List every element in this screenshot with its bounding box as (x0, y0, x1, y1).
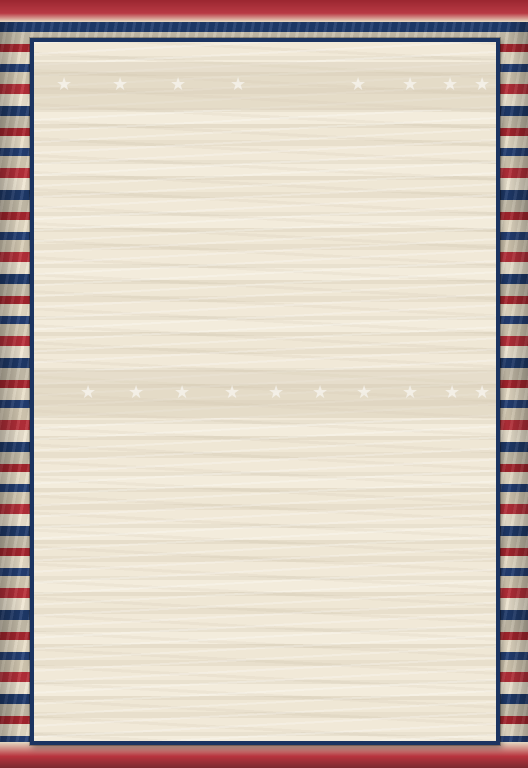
star-icon: ★ (402, 382, 419, 403)
star-icon: ★ (350, 74, 367, 95)
top-flag-band (0, 0, 528, 22)
star-icon: ★ (80, 382, 97, 403)
writing-paper: ★ ★ ★ ★ ★ ★ ★ ★ ★ ★ ★ ★ ★ ★ ★ ★ ★ ★ (30, 38, 500, 745)
star-icon: ★ (474, 74, 491, 95)
star-icon: ★ (474, 382, 491, 403)
star-icon: ★ (230, 74, 247, 95)
star-icon: ★ (312, 382, 329, 403)
faded-star-row-top: ★ ★ ★ ★ ★ ★ ★ ★ (34, 62, 496, 110)
star-icon: ★ (268, 382, 285, 403)
star-icon: ★ (174, 382, 191, 403)
star-icon: ★ (356, 382, 373, 403)
star-icon: ★ (444, 382, 461, 403)
star-icon: ★ (224, 382, 241, 403)
star-icon: ★ (442, 74, 459, 95)
bottom-flag-band (0, 742, 528, 768)
star-icon: ★ (112, 74, 129, 95)
patriotic-stationery-background: ★ ★ ★ ★ ★ ★ ★ ★ ★ ★ ★ ★ ★ ★ ★ ★ ★ ★ (0, 0, 528, 768)
star-icon: ★ (128, 382, 145, 403)
faded-star-row-middle: ★ ★ ★ ★ ★ ★ ★ ★ ★ ★ (34, 370, 496, 418)
star-icon: ★ (56, 74, 73, 95)
star-icon: ★ (170, 74, 187, 95)
star-icon: ★ (402, 74, 419, 95)
